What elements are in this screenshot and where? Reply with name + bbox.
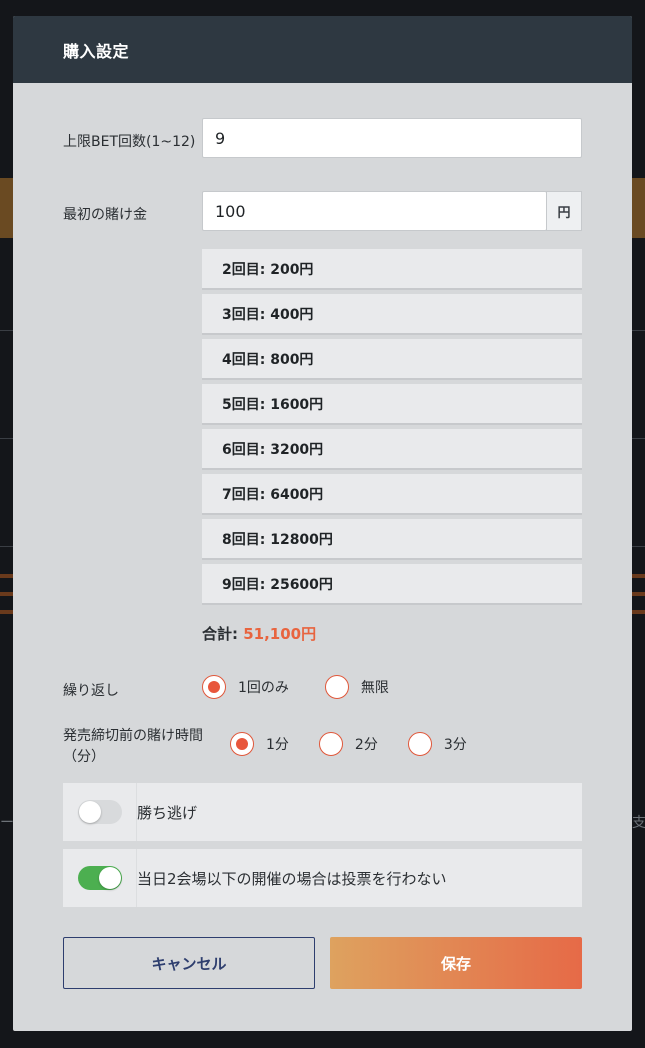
bet-time-option-3[interactable]: 3分: [407, 732, 467, 756]
background-edge-text: 支: [632, 815, 645, 831]
bet-time-label-line2: （分）: [63, 749, 105, 765]
radio-button[interactable]: [407, 732, 432, 756]
repeat-option-infinite[interactable]: 無限: [324, 675, 389, 699]
bet-step-item: 8回目: 12800円: [202, 519, 582, 560]
bet-time-label-line1: 発売締切前の賭け時間: [63, 728, 203, 744]
win-escape-panel: 勝ち逃げ: [63, 783, 582, 841]
first-bet-label: 最初の賭け金: [63, 207, 147, 223]
bet-time-option-2[interactable]: 2分: [318, 732, 378, 756]
yen-unit-addon: 円: [546, 191, 582, 231]
repeat-label: 繰り返し: [63, 683, 119, 699]
toggle-container: [63, 783, 137, 841]
win-escape-toggle[interactable]: [77, 800, 122, 824]
toggle-knob: [78, 801, 101, 823]
bet-step-item: 4回目: 800円: [202, 339, 582, 380]
radio-button[interactable]: [318, 732, 343, 756]
modal-header: 購入設定: [13, 16, 632, 83]
bet-step-item: 9回目: 25600円: [202, 564, 582, 605]
repeat-option-label: 1回のみ: [238, 680, 289, 696]
bet-step-item: 6回目: 3200円: [202, 429, 582, 470]
save-button[interactable]: 保存: [330, 937, 582, 989]
bet-step-list: 2回目: 200円 3回目: 400円 4回目: 800円 5回目: 1600円…: [202, 249, 582, 609]
radio-button[interactable]: [324, 675, 349, 699]
win-escape-label: 勝ち逃げ: [137, 803, 198, 822]
bet-time-radio-group: 1分 2分 3分: [230, 732, 467, 756]
total-summary: 合計: 51,100円: [202, 623, 316, 644]
bet-step-item: 2回目: 200円: [202, 249, 582, 290]
repeat-option-label: 無限: [360, 680, 389, 696]
purchase-settings-modal: 購入設定 上限BET回数(1~12) 9 最初の賭け金 100 円 2回目: 2…: [13, 16, 632, 1031]
toggle-container: [63, 849, 137, 907]
background-edge-text: ー: [0, 815, 14, 831]
cancel-button[interactable]: キャンセル: [63, 937, 315, 989]
bet-time-option-1[interactable]: 1分: [230, 732, 289, 756]
bet-time-option-label: 3分: [443, 737, 467, 753]
max-bet-label: 上限BET回数(1~12): [63, 134, 196, 150]
toggle-knob: [98, 867, 121, 889]
max-bet-input[interactable]: 9: [202, 118, 582, 158]
bet-step-item: 5回目: 1600円: [202, 384, 582, 425]
skip-small-days-toggle[interactable]: [77, 866, 122, 890]
modal-title: 購入設定: [63, 41, 130, 61]
radio-button-selected[interactable]: [202, 675, 226, 699]
bet-step-item: 7回目: 6400円: [202, 474, 582, 515]
repeat-radio-group: 1回のみ 無限: [202, 675, 389, 699]
first-bet-input[interactable]: 100: [202, 191, 547, 231]
bet-time-option-label: 2分: [354, 737, 378, 753]
bet-time-label: 発売締切前の賭け時間 （分）: [63, 726, 203, 768]
bet-step-item: 3回目: 400円: [202, 294, 582, 335]
skip-small-days-label: 当日2会場以下の開催の場合は投票を行わない: [137, 869, 447, 888]
repeat-option-once[interactable]: 1回のみ: [202, 675, 289, 699]
radio-button-selected[interactable]: [230, 732, 254, 756]
total-label: 合計:: [202, 625, 238, 643]
bet-time-option-label: 1分: [266, 737, 289, 753]
skip-small-days-panel: 当日2会場以下の開催の場合は投票を行わない: [63, 849, 582, 907]
total-amount: 51,100円: [243, 625, 317, 643]
